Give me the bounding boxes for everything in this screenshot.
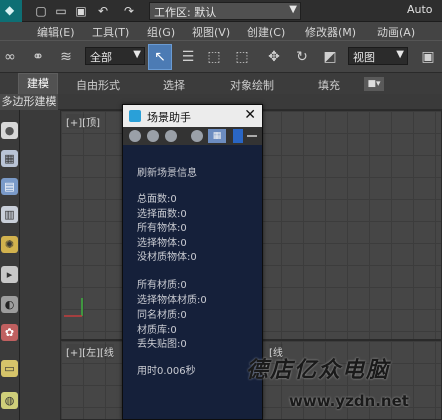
open-file-icon[interactable]: ▭ xyxy=(52,3,70,19)
tab-populate[interactable]: 填充 xyxy=(318,77,340,93)
viewport-left-label[interactable]: [+][左][线 xyxy=(66,344,114,359)
bar-icon[interactable] xyxy=(233,129,243,143)
menu-animation[interactable]: 动画(A) xyxy=(377,24,415,40)
dialog-app-icon xyxy=(129,110,141,122)
stat-total-faces: 总面数:0 xyxy=(137,194,177,205)
ribbon-tabs: 建模 自由形式 选择 对象绘制 填充 ■▾ xyxy=(0,72,442,95)
rectangle-selection-icon[interactable]: ⬚ xyxy=(204,47,224,67)
left-command-strip: ● ▦ ▤ ▥ ✺ ▸ ◐ ✿ ▭ ◍ xyxy=(0,110,20,420)
material-editor-icon[interactable]: ▥ xyxy=(1,206,18,223)
menu-bar: 编辑(E) 工具(T) 组(G) 视图(V) 创建(C) 修改器(M) 动画(A… xyxy=(0,22,442,40)
window-crossing-icon[interactable]: ⬚ xyxy=(232,47,252,67)
refresh-scene-info-link[interactable]: 刷新场景信息 xyxy=(137,164,197,179)
stat-all-objects: 所有物体:0 xyxy=(137,223,187,234)
menu-views[interactable]: 视图(V) xyxy=(192,24,230,40)
stat-selected-faces: 选择面数:0 xyxy=(137,209,187,220)
scene-assistant-dialog: 场景助手 ✕ ▦ 刷新场景信息 总面数:0 选择面数:0 所有物体:0 选择物体… xyxy=(122,104,263,420)
selection-filter-value: 全部 xyxy=(90,51,112,64)
dialog-toolbar: ▦ xyxy=(123,127,262,145)
viewport-top-label[interactable]: [+][顶] xyxy=(66,114,100,129)
undo-icon[interactable]: ↶ xyxy=(94,3,112,19)
option-icon[interactable] xyxy=(129,130,141,142)
menu-tools[interactable]: 工具(T) xyxy=(92,24,129,40)
stat-elapsed-time: 用时0.006秒 xyxy=(137,366,196,377)
option-icon[interactable] xyxy=(165,130,177,142)
camera-icon[interactable]: ▸ xyxy=(1,266,18,283)
reference-coordinate-value: 视图 xyxy=(353,51,375,64)
stat-material-library: 材质库:0 xyxy=(137,325,177,336)
selection-filter-dropdown[interactable]: 全部 ▼ xyxy=(85,47,145,65)
polygon-modeling-label[interactable]: 多边形建模 xyxy=(0,94,58,110)
bind-spacewarp-icon[interactable]: ≋ xyxy=(56,47,76,67)
close-icon[interactable]: ✕ xyxy=(244,107,256,123)
select-by-name-icon[interactable]: ☰ xyxy=(178,47,198,67)
teapot-icon[interactable]: ● xyxy=(1,122,18,139)
menu-modifiers[interactable]: 修改器(M) xyxy=(305,24,356,40)
tab-freeform[interactable]: 自由形式 xyxy=(76,77,120,93)
tab-modeling[interactable]: 建模 xyxy=(18,73,58,95)
pivot-center-icon[interactable]: ▣ xyxy=(418,47,438,67)
workspace-label: 工作区: 默认 xyxy=(154,6,217,19)
rotate-icon[interactable]: ↻ xyxy=(292,47,312,67)
main-toolbar: ∞ ⚭ ≋ 全部 ▼ ↖ ☰ ⬚ ⬚ ✥ ↻ ◩ 视图 ▼ ▣ xyxy=(0,40,442,72)
stat-all-materials: 所有材质:0 xyxy=(137,280,187,291)
option-icon[interactable] xyxy=(191,130,203,142)
tab-object-paint[interactable]: 对象绘制 xyxy=(230,77,274,93)
axis-gizmo-icon xyxy=(64,298,83,317)
dialog-title: 场景助手 xyxy=(147,111,191,124)
unlink-icon[interactable]: ⚭ xyxy=(28,47,48,67)
reference-coordinate-dropdown[interactable]: 视图 ▼ xyxy=(348,47,408,65)
stat-objects-without-material: 没材质物体:0 xyxy=(137,252,197,263)
app-logo-icon[interactable]: ◆ xyxy=(0,0,22,22)
dialog-title-bar[interactable]: 场景助手 ✕ xyxy=(123,105,262,127)
option-icon[interactable] xyxy=(147,130,159,142)
stat-selected-object-materials: 选择物体材质:0 xyxy=(137,295,207,306)
watermark-url: www.yzdn.net xyxy=(289,392,409,410)
select-object-button[interactable]: ↖ xyxy=(148,44,172,70)
menu-edit[interactable]: 编辑(E) xyxy=(37,24,75,40)
stat-duplicate-name-materials: 同名材质:0 xyxy=(137,310,187,321)
render-setup-icon[interactable]: ▤ xyxy=(1,178,18,195)
chevron-down-icon: ▼ xyxy=(289,4,297,15)
move-icon[interactable]: ✥ xyxy=(264,47,284,67)
menu-create[interactable]: 创建(C) xyxy=(247,24,285,40)
link-icon[interactable]: ∞ xyxy=(0,47,20,67)
workspace-dropdown[interactable]: 工作区: 默认 ▼ xyxy=(149,2,301,20)
new-file-icon[interactable]: ▢ xyxy=(32,3,50,19)
menu-group[interactable]: 组(G) xyxy=(147,24,175,40)
scale-icon[interactable]: ◩ xyxy=(320,47,340,67)
app-title: Auto xyxy=(407,3,433,16)
minimize-icon[interactable] xyxy=(247,135,257,137)
particle-icon[interactable]: ✿ xyxy=(1,324,18,341)
active-tool-icon[interactable]: ▦ xyxy=(208,129,226,143)
box-icon[interactable]: ▭ xyxy=(1,360,18,377)
chevron-down-icon: ▼ xyxy=(133,49,141,60)
chevron-down-icon: ▼ xyxy=(396,49,404,60)
sphere-icon[interactable]: ◐ xyxy=(1,296,18,313)
redo-icon[interactable]: ↷ xyxy=(120,3,138,19)
light-icon[interactable]: ✺ xyxy=(1,236,18,253)
ribbon-options-dropdown[interactable]: ■▾ xyxy=(364,77,384,91)
render-frame-icon[interactable]: ▦ xyxy=(1,150,18,167)
save-file-icon[interactable]: ▣ xyxy=(72,3,90,19)
title-bar: ◆ ▢ ▭ ▣ ↶ ↷ 工作区: 默认 ▼ Auto xyxy=(0,0,442,22)
shape-icon[interactable]: ◍ xyxy=(1,392,18,409)
stat-selected-objects: 选择物体:0 xyxy=(137,238,187,249)
tab-selection[interactable]: 选择 xyxy=(163,77,185,93)
stat-missing-maps: 丢失贴图:0 xyxy=(137,339,187,350)
watermark-text: 德店亿众电脑 xyxy=(246,357,391,383)
